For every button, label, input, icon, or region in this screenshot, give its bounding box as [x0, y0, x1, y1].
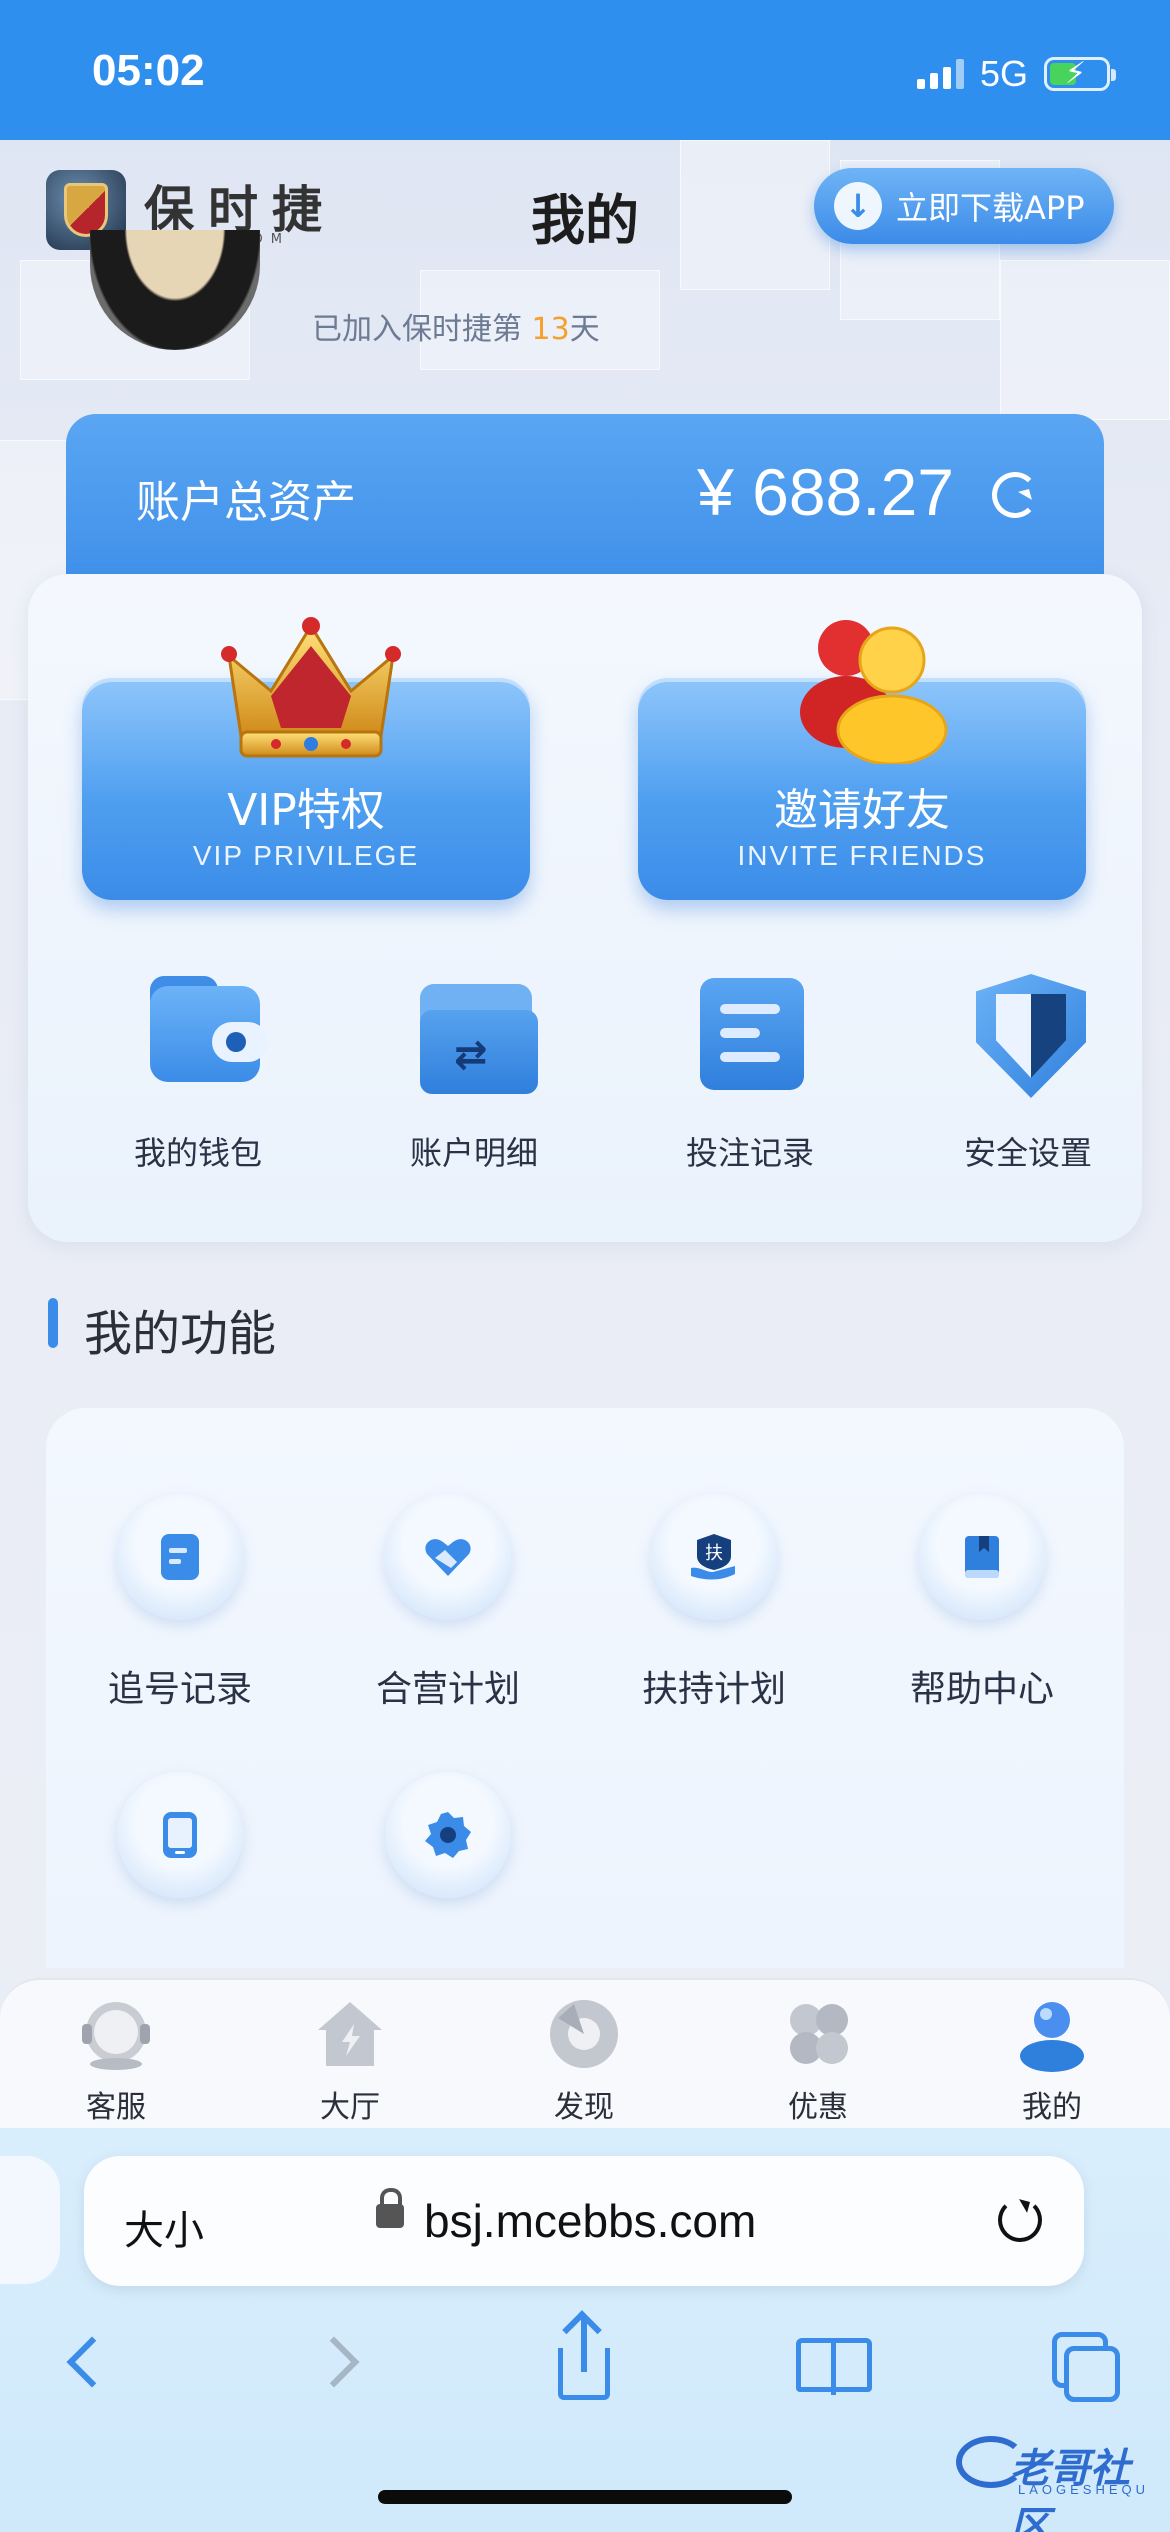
signal-icon	[916, 59, 964, 89]
quick-wallet[interactable]: 我的钱包	[78, 974, 318, 1174]
tab-profile[interactable]: 我的	[972, 1994, 1132, 2126]
svg-text:扶: 扶	[705, 1543, 723, 1564]
promo-title: 邀请好友	[774, 785, 950, 836]
document-icon	[690, 974, 810, 1094]
wallet-icon	[138, 974, 268, 1094]
handshake-icon	[385, 1494, 511, 1620]
reload-icon[interactable]	[998, 2198, 1042, 2242]
quick-panel: VIP特权 VIP PRIVILEGE 邀请好友 INVITE FRIENDS …	[28, 574, 1142, 1242]
tab-label: 我的	[1022, 2090, 1082, 2125]
feature-settings[interactable]	[338, 1772, 558, 1898]
watermark-sub: LAOGESHEQU	[1018, 2482, 1150, 2497]
quick-label: 我的钱包	[133, 1134, 262, 1172]
feature-label: 扶持计划	[641, 1669, 786, 1710]
text-size-button[interactable]: 大小	[124, 2198, 204, 2256]
download-label: 立即下载APP	[896, 189, 1085, 227]
settings-gear-icon	[385, 1772, 511, 1898]
bookmarks-button[interactable]	[788, 2318, 878, 2408]
support-hand-icon: 扶	[651, 1494, 777, 1620]
feature-support-plan[interactable]: 扶 扶持计划	[604, 1494, 824, 1712]
tab-discover[interactable]: 发现	[504, 1994, 664, 2126]
promo-subtitle: VIP PRIVILEGE	[192, 840, 420, 871]
joined-days: 13	[531, 312, 570, 347]
tab-label: 大厅	[320, 2090, 380, 2125]
share-button[interactable]	[540, 2318, 630, 2408]
feature-panel: 追号记录 合营计划 扶 扶持计划 帮助中心	[46, 1408, 1124, 1968]
promo-title: VIP特权	[227, 785, 385, 836]
status-indicators: 5G ⚡	[916, 52, 1116, 96]
quick-label: 安全设置	[963, 1134, 1092, 1172]
shield-icon	[968, 974, 1088, 1098]
lock-icon	[376, 2188, 404, 2228]
crown-icon	[221, 617, 401, 758]
watermark-logo: 老哥社区 LAOGESHEQU	[956, 2430, 1156, 2532]
quick-label: 账户明细	[409, 1134, 538, 1172]
feature-chase-records[interactable]: 追号记录	[70, 1494, 290, 1712]
tab-label: 优惠	[788, 2090, 848, 2125]
lobby-house-icon	[310, 1994, 390, 2074]
feature-help-center[interactable]: 帮助中心	[872, 1494, 1092, 1712]
balance-label: 账户总资产	[136, 477, 356, 528]
balance-value: ¥ 688.27	[697, 455, 954, 529]
promotions-icon	[778, 1994, 858, 2074]
feature-tablet[interactable]	[70, 1772, 290, 1898]
bottom-tab-bar: 客服 大厅 发现 优惠 我的	[0, 1978, 1170, 2128]
status-time: 05:02	[92, 46, 205, 95]
url-text[interactable]: bsj.mcebbs.com	[424, 2194, 756, 2248]
tab-label: 客服	[86, 2090, 146, 2125]
feature-partner-plan[interactable]: 合营计划	[338, 1494, 558, 1712]
tablet-icon	[117, 1772, 243, 1898]
help-book-icon	[919, 1494, 1045, 1620]
note-icon	[117, 1494, 243, 1620]
bookmarks-icon	[796, 2338, 872, 2395]
battery-icon: ⚡	[1044, 56, 1116, 91]
customer-service-icon	[76, 1994, 156, 2074]
tab-customer-service[interactable]: 客服	[36, 1994, 196, 2126]
tabs-button[interactable]	[1036, 2318, 1126, 2408]
promo-subtitle: INVITE FRIENDS	[737, 840, 987, 871]
address-bar[interactable]: 大小 bsj.mcebbs.com	[84, 2156, 1084, 2286]
folder-transfer-icon: ⇄	[414, 974, 538, 1094]
quick-account-details[interactable]: ⇄ 账户明细	[354, 974, 594, 1174]
download-app-button[interactable]: ↓ 立即下载APP	[814, 168, 1114, 244]
feature-label: 合营计划	[375, 1669, 520, 1710]
discover-icon	[544, 1994, 624, 2074]
refresh-icon[interactable]	[992, 472, 1038, 518]
home-indicator[interactable]	[378, 2490, 792, 2504]
chevron-left-icon	[66, 2336, 118, 2388]
section-title: 我的功能	[84, 1306, 277, 1362]
quick-label: 投注记录	[685, 1134, 814, 1172]
tab-label: 发现	[554, 2090, 614, 2125]
feature-label: 追号记录	[107, 1669, 252, 1710]
back-button[interactable]	[44, 2318, 134, 2408]
previous-tab-preview[interactable]	[0, 2156, 60, 2284]
profile-icon	[1012, 1994, 1092, 2074]
section-accent-bar	[48, 1298, 58, 1348]
quick-bet-records[interactable]: 投注记录	[630, 974, 870, 1174]
people-icon	[800, 620, 948, 764]
download-icon: ↓	[834, 182, 882, 230]
network-type: 5G	[979, 53, 1028, 94]
tab-promotions[interactable]: 优惠	[738, 1994, 898, 2126]
membership-duration: 已加入保时捷第 13天	[312, 312, 600, 347]
chevron-right-icon	[308, 2336, 360, 2388]
tab-lobby[interactable]: 大厅	[270, 1994, 430, 2126]
forward-button[interactable]	[296, 2318, 386, 2408]
status-bar: 05:02 5G ⚡	[0, 0, 1170, 140]
feature-label: 帮助中心	[909, 1669, 1054, 1710]
quick-security-settings[interactable]: 安全设置	[908, 974, 1148, 1174]
